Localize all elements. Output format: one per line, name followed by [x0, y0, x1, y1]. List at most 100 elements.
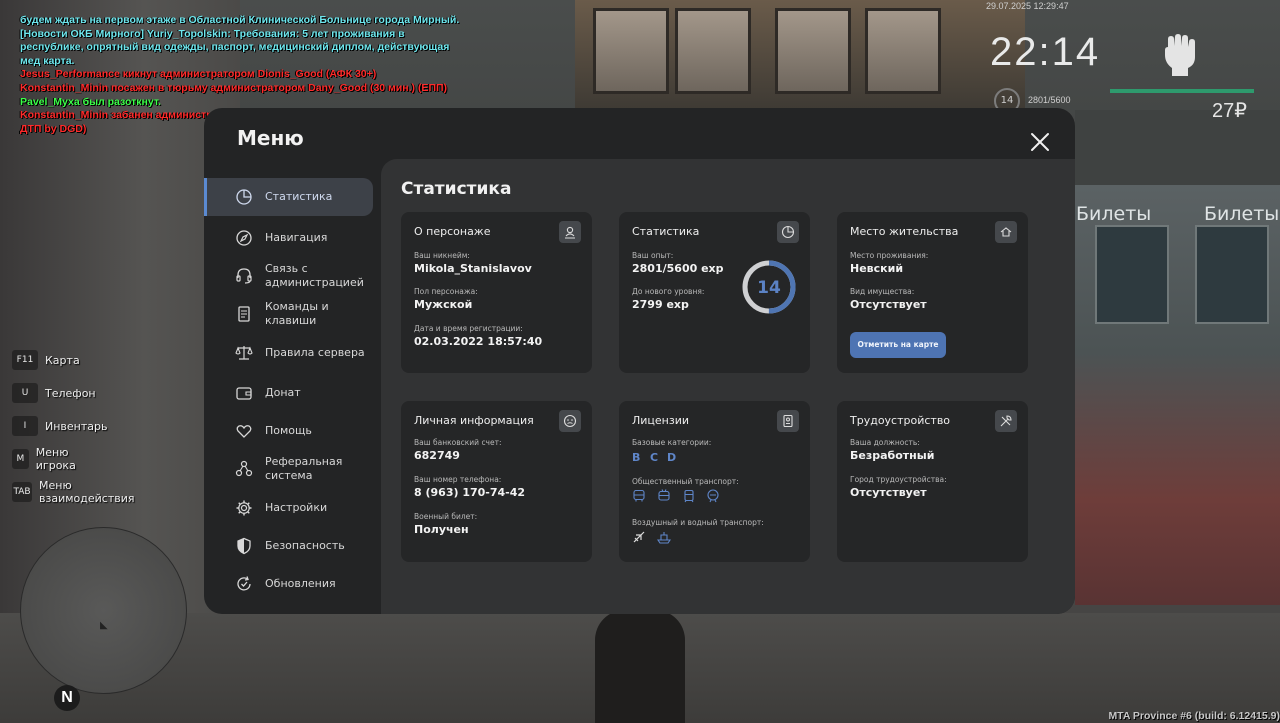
sidebar-item-donate[interactable]: Донат [204, 383, 373, 403]
sidebar-item-label: Настройки [265, 501, 328, 514]
sidebar-item-security[interactable]: Безопасность [204, 536, 373, 556]
heart-hands-icon [236, 425, 252, 438]
pie-chart-icon [236, 189, 252, 205]
boat-icon [657, 532, 671, 544]
phone-label: Ваш номер телефона: [414, 475, 502, 484]
sidebar-item-label: Помощь [265, 424, 312, 437]
chat-message: Jesus_Performance кикнут администратором… [20, 68, 377, 81]
scene-window [593, 8, 669, 94]
hotkey-label: Меню игрока [35, 446, 76, 472]
card-character: О персонаже Ваш никнейм: Mikola_Stanisla… [401, 212, 592, 373]
hotkey-label: Инвентарь [45, 419, 108, 433]
hotkey-key: TAB [12, 482, 33, 502]
sidebar-item-settings[interactable]: Настройки [204, 498, 373, 518]
gender-label: Пол персонажа: [414, 287, 478, 296]
player-character [595, 610, 685, 723]
gender-value: Мужской [414, 298, 473, 311]
hotkey-label: Телефон [45, 386, 96, 400]
military-value: Получен [414, 523, 469, 536]
bus-icon [633, 489, 645, 502]
card-stats: Статистика Ваш опыт: 2801/5600 exp До но… [619, 212, 810, 373]
id-card-icon [783, 414, 793, 428]
card-title: О персонаже [414, 225, 491, 238]
player-menu-window: Меню Статистика Навигация Связь с админи… [204, 108, 1075, 614]
airplane-icon [633, 531, 645, 543]
scene-window [775, 8, 851, 94]
compass-icon [236, 230, 252, 246]
sidebar-item-support[interactable]: Связь с администрацией [204, 260, 373, 292]
sidebar-item-label: Обновления [265, 577, 336, 590]
registration-value: 02.03.2022 18:57:40 [414, 335, 543, 348]
sidebar-item-commands[interactable]: Команды и клавиши [204, 298, 373, 330]
statistics-panel: Статистика О персонаже Ваш никнейм: Miko… [381, 159, 1075, 614]
user-icon [565, 226, 575, 239]
card-title: Лицензии [632, 414, 690, 427]
card-personal: Личная информация Ваш банковский счет: 6… [401, 401, 592, 562]
sidebar-item-label: Навигация [265, 231, 328, 244]
hotkey-key: F11 [12, 350, 38, 370]
card-title: Личная информация [414, 414, 534, 427]
hotkey-player-menu: M Меню игрока [12, 446, 85, 472]
scene-window [675, 8, 751, 94]
next-level-value: 2799 exp [632, 298, 689, 311]
menu-title: Меню [237, 126, 304, 150]
scene-kiosk [1195, 225, 1269, 324]
player-marker-icon: ◣ [100, 620, 108, 631]
scene-door [575, 0, 1025, 110]
minimap [20, 527, 187, 694]
sidebar-item-label: Донат [265, 386, 301, 399]
shield-icon [237, 537, 251, 555]
sidebar-item-rules[interactable]: Правила сервера [204, 343, 373, 363]
bank-label: Ваш банковский счет: [414, 438, 502, 447]
sidebar-item-referral[interactable]: Реферальная система [204, 453, 373, 485]
document-icon [238, 306, 250, 322]
sidebar-item-statistics[interactable]: Статистика [204, 178, 373, 216]
air-water-label: Воздушный и водный транспорт: [632, 518, 764, 527]
trolleybus-icon [658, 489, 670, 501]
pie-chart-icon [781, 225, 795, 239]
mark-on-map-button[interactable]: Отметить на карте [850, 332, 946, 358]
panel-title: Статистика [401, 179, 512, 199]
refresh-icon [237, 576, 251, 591]
hud-money: 27₽ [1212, 100, 1247, 122]
exp-value: 2801/5600 exp [632, 262, 724, 275]
scene-right-wall [1075, 110, 1280, 190]
place-label: Место проживания: [850, 251, 929, 260]
scales-icon [235, 346, 253, 360]
next-level-label: До нового уровня: [632, 287, 705, 296]
nickname-value: Mikola_Stanislavov [414, 262, 532, 275]
sidebar-item-navigation[interactable]: Навигация [204, 228, 373, 248]
position-value: Безработный [850, 449, 935, 462]
scene-window [865, 8, 941, 94]
scene-kiosk [1095, 225, 1169, 324]
metro-icon [707, 489, 719, 503]
home-icon [1000, 227, 1012, 237]
hud-clock: 22:14 [990, 30, 1101, 74]
military-label: Военный билет: [414, 512, 478, 521]
build-info: MTA Province #6 (build: 6.12415.9) [1108, 710, 1280, 722]
gear-icon [236, 500, 252, 516]
level-progress-ring: 14 [742, 260, 796, 314]
hotkey-key: U [12, 383, 38, 403]
sidebar-item-help[interactable]: Помощь [204, 421, 373, 441]
north-indicator: N [54, 685, 80, 711]
sidebar-item-label: Статистика [265, 190, 333, 203]
chat-message: [Новости ОКБ Мирного] Yuriy_Topolskin: Т… [20, 27, 450, 67]
sidebar-item-label: Безопасность [265, 539, 345, 552]
card-icon-box [995, 410, 1017, 432]
fist-icon [1165, 34, 1195, 76]
phone-value: 8 (963) 170-74-42 [414, 486, 526, 499]
property-value: Отсутствует [850, 298, 927, 311]
card-icon-box [777, 221, 799, 243]
health-bar [1110, 89, 1254, 93]
card-title: Место жительства [850, 225, 959, 238]
level-number: 14 [757, 278, 781, 298]
hotkey-interaction-menu: TAB Меню взаимодействия [12, 479, 140, 505]
sidebar-item-updates[interactable]: Обновления [204, 574, 373, 594]
card-icon-box [559, 410, 581, 432]
registration-label: Дата и время регистрации: [414, 324, 523, 333]
hotkey-label: Меню взаимодействия [39, 479, 135, 505]
card-title: Трудоустройство [850, 414, 951, 427]
sidebar-item-label: Команды и клавиши [265, 300, 329, 327]
close-icon[interactable] [1028, 130, 1052, 154]
